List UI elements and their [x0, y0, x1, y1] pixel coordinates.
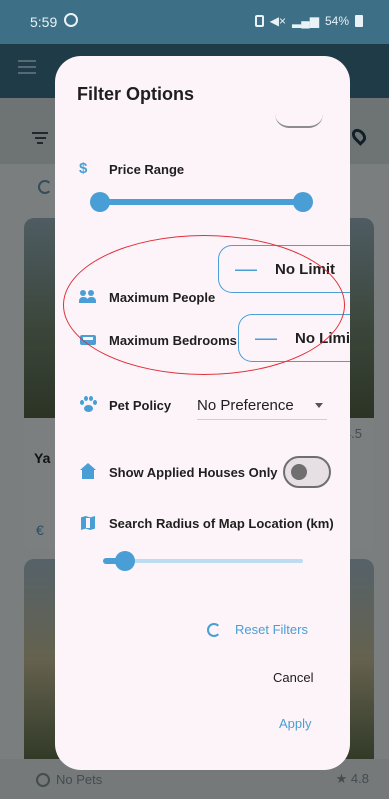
battery-percent: 54% — [324, 14, 349, 28]
mute-icon: ◀× — [269, 14, 286, 28]
price-min-handle[interactable] — [90, 192, 110, 212]
house-icon — [79, 463, 97, 481]
highlight-annotation — [63, 235, 345, 375]
search-radius-handle[interactable] — [115, 551, 135, 571]
reset-filters-label: Reset Filters — [235, 622, 308, 637]
dropdown-arrow-icon — [315, 403, 323, 408]
nfc-icon — [254, 15, 264, 27]
applied-only-toggle[interactable] — [283, 456, 331, 488]
status-time: 5:59 — [30, 14, 58, 30]
price-range-row: $ Price Range — [79, 160, 184, 178]
status-icons: ◀× ▂▄▆ 54% — [254, 14, 363, 28]
price-max-handle[interactable] — [293, 192, 313, 212]
search-radius-label: Search Radius of Map Location (km) — [109, 515, 334, 531]
pet-policy-selected: No Preference — [197, 397, 294, 414]
filter-options-dialog: Filter Options $ Price Range Maximum Peo… — [55, 56, 350, 770]
scrolled-content-edge — [275, 114, 323, 128]
apply-button[interactable]: Apply — [279, 716, 312, 731]
cancel-button[interactable]: Cancel — [273, 670, 313, 685]
search-radius-row: Search Radius of Map Location (km) — [79, 514, 334, 532]
paw-icon — [79, 396, 97, 414]
battery-icon — [355, 15, 363, 27]
toggle-thumb — [291, 464, 307, 480]
status-bar: 5:59 ◀× ▂▄▆ 54% — [0, 0, 389, 44]
price-range-label: Price Range — [109, 161, 185, 177]
pet-policy-dropdown[interactable]: No Preference — [197, 392, 327, 420]
refresh-icon — [207, 622, 221, 637]
map-icon — [79, 514, 97, 532]
pet-policy-row: Pet Policy — [79, 396, 171, 414]
applied-only-row: Show Applied Houses Only — [79, 463, 278, 481]
reset-filters-button[interactable]: Reset Filters — [207, 622, 308, 637]
applied-only-label: Show Applied Houses Only — [109, 464, 278, 480]
search-radius-track[interactable] — [125, 559, 303, 563]
whatsapp-notification-icon — [64, 13, 78, 27]
price-range-slider[interactable] — [99, 199, 305, 205]
pet-policy-label: Pet Policy — [109, 397, 172, 413]
price-tag-icon: $ — [79, 160, 88, 177]
dialog-title: Filter Options — [77, 84, 194, 104]
signal-icon: ▂▄▆ — [292, 14, 319, 28]
